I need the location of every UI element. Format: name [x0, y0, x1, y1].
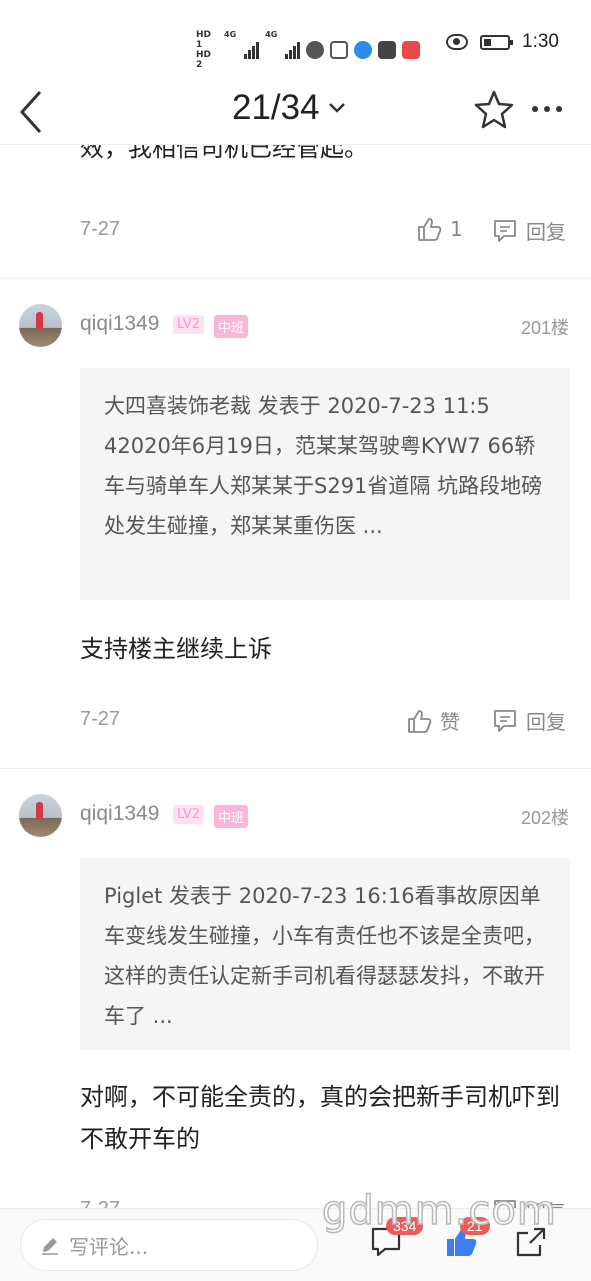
like-button[interactable]: 1 — [416, 216, 463, 242]
class-badge: 中班 — [214, 315, 249, 338]
page-indicator[interactable]: 21/34 — [232, 88, 346, 128]
signal-icon — [244, 41, 260, 59]
class-badge: 中班 — [214, 805, 249, 828]
page-indicator-label: 21/34 — [232, 88, 320, 127]
comment-input[interactable]: 写评论... — [20, 1219, 318, 1271]
sim1-label: HD 1 — [196, 30, 212, 50]
sim2-label: HD 2 — [196, 50, 212, 70]
post-date: 7-27 — [80, 708, 121, 730]
like-button[interactable]: 赞 — [406, 706, 460, 735]
quoted-post[interactable]: 大四喜装饰老裁 发表于 2020-7-23 11:5 42020年6月19日，范… — [80, 368, 570, 600]
floor-number: 201楼 — [520, 318, 569, 338]
reply-label: 回复 — [526, 220, 566, 244]
comment-text: 对啊，不可能全责的，真的会把新手司机吓到不敢开车的 — [80, 1083, 560, 1153]
post-date: 7-27 — [80, 218, 121, 240]
avatar[interactable] — [19, 794, 62, 837]
divider — [0, 768, 591, 769]
like-label: 1 — [450, 217, 463, 241]
thumbs-up-icon — [408, 709, 432, 733]
level-badge: LV2 — [173, 805, 204, 824]
post-date: 7-27 — [80, 1198, 120, 1208]
quoted-post[interactable]: Piglet 发表于 2020-7-23 16:16看事故原因单车变线发生碰撞，… — [80, 858, 570, 1050]
reply-button[interactable]: 回复 — [492, 706, 566, 735]
comment-text: 效，我相信司机已经管起。 — [80, 144, 368, 162]
sim-indicator: HD 1 HD 2 — [196, 30, 218, 70]
username[interactable]: qiqi1349 — [80, 312, 159, 336]
signal-icon-2 — [285, 41, 301, 59]
clock: 1:30 — [522, 31, 559, 52]
reply-label: 回复 — [526, 710, 566, 734]
battery-icon — [480, 34, 514, 50]
level-badge: LV2 — [173, 315, 204, 334]
more-options-icon[interactable] — [532, 106, 562, 112]
avatar[interactable] — [19, 304, 62, 347]
reply-bubble-icon — [494, 709, 516, 732]
divider — [0, 278, 591, 279]
chevron-down-icon — [328, 103, 345, 113]
audio-app-icon — [306, 41, 325, 59]
shield-app-icon — [330, 41, 349, 59]
status-bar: HD 1 HD 2 4G 4G 1:30 — [0, 0, 591, 88]
eye-comfort-icon — [446, 34, 469, 50]
reply-bubble-icon — [494, 219, 516, 242]
network-type-1: 4G — [224, 30, 237, 39]
floor-number: 202楼 — [520, 808, 569, 828]
browser-app-icon — [354, 41, 373, 59]
watermark: gdmm.com — [321, 1187, 557, 1235]
username[interactable]: qiqi1349 — [80, 802, 159, 826]
battery-level — [484, 38, 492, 46]
back-arrow-icon[interactable] — [14, 84, 54, 134]
pencil-icon — [42, 1238, 58, 1255]
like-label: 赞 — [440, 710, 460, 734]
red-app-icon — [402, 41, 421, 59]
network-type-2: 4G — [265, 30, 278, 39]
reply-button[interactable]: 回复 — [492, 216, 566, 245]
comment-list: 效，我相信司机已经管起。 7-27 1 回复 qiqi1349 LV2 中班 2… — [0, 144, 591, 1208]
comment-text: 支持楼主继续上诉 — [80, 635, 272, 663]
comment-placeholder: 写评论... — [69, 1234, 149, 1259]
nav-bar: 21/34 — [0, 78, 591, 145]
favorite-star-icon[interactable] — [474, 89, 514, 129]
bot-app-icon — [378, 41, 397, 59]
thumbs-up-icon — [418, 218, 442, 241]
